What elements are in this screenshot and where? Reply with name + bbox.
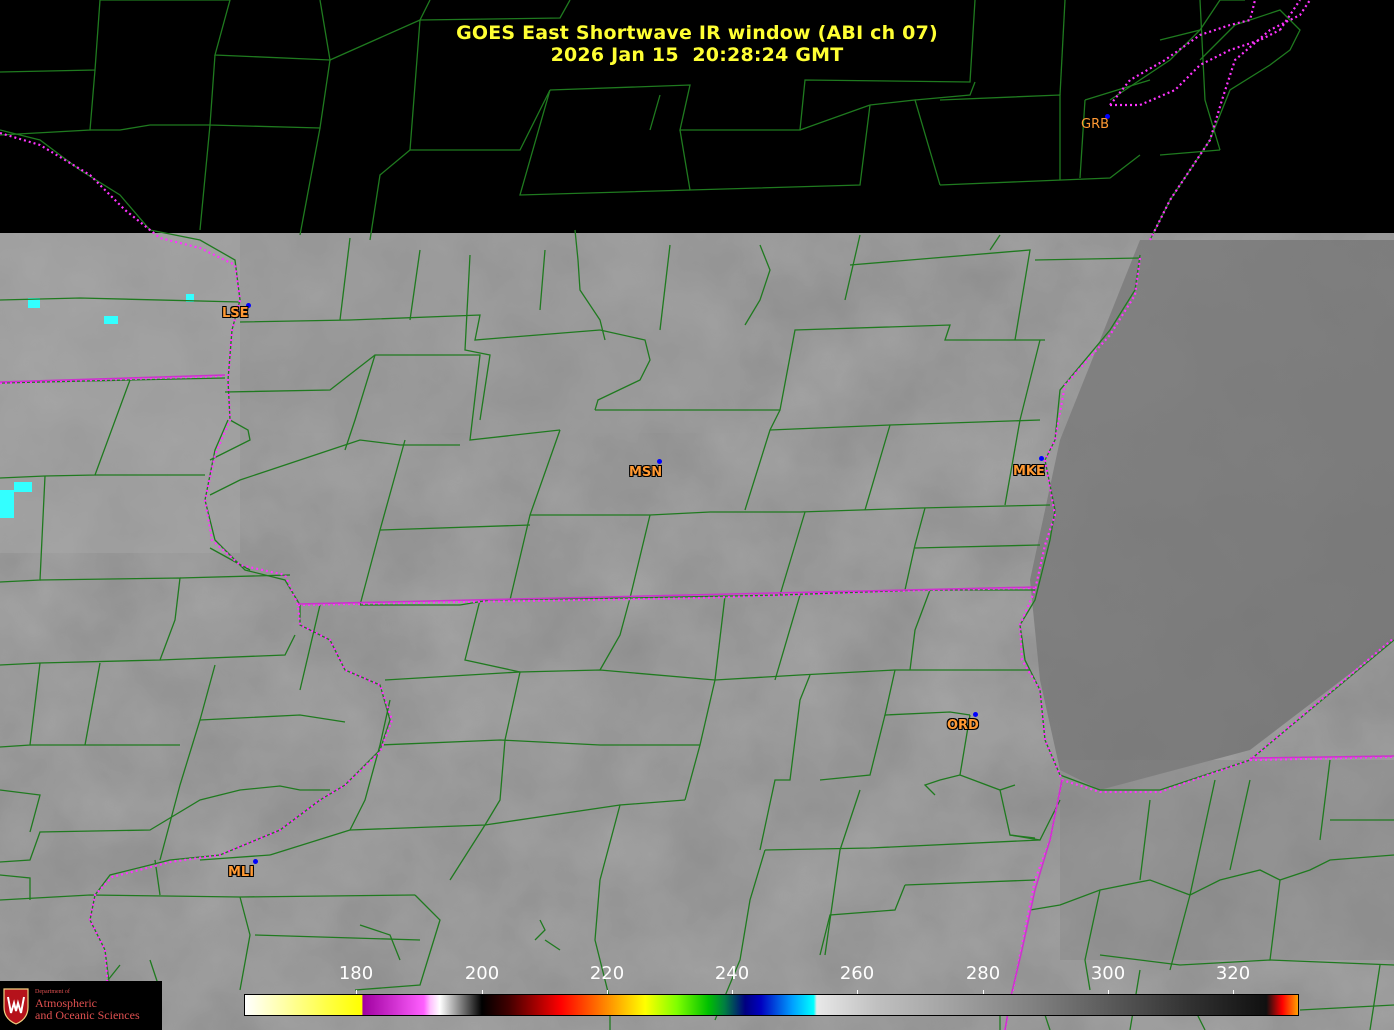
satellite-map: [0, 0, 1394, 1030]
logo-line-2: and Oceanic Sciences: [35, 1008, 140, 1022]
aos-logo: Department of Atmospheric and Oceanic Sc…: [0, 981, 162, 1030]
logo-dept-text: Department of: [35, 989, 70, 995]
colorbar-tick-label: 280: [965, 963, 1001, 984]
cold-cloud-pixel: [0, 490, 14, 518]
title-line-2: 2026 Jan 15 20:28:24 GMT: [550, 44, 844, 66]
uw-crest-icon: [3, 988, 29, 1025]
city-label-lse: LSE: [222, 306, 249, 321]
city-label-ord: ORD: [947, 718, 979, 733]
colorbar-tick-label: 240: [714, 963, 750, 984]
colorbar-tick-label: 300: [1090, 963, 1126, 984]
city-dot-mli: [253, 859, 258, 864]
city-dot-mke: [1039, 456, 1044, 461]
colorbar-gradient: [244, 994, 1299, 1016]
colorbar-tick-label: 260: [839, 963, 875, 984]
title-line-1: GOES East Shortwave IR window (ABI ch 07…: [456, 22, 938, 44]
city-label-grb: GRB: [1081, 117, 1110, 132]
city-label-msn: MSN: [629, 465, 663, 480]
ir-imagery: [0, 233, 1394, 1030]
city-label-mke: MKE: [1013, 464, 1045, 479]
colorbar-tick-label: 200: [464, 963, 500, 984]
cold-cloud-pixel: [14, 482, 32, 492]
city-dot-ord: [973, 712, 978, 717]
colorbar-tick-label: 220: [589, 963, 625, 984]
city-label-mli: MLI: [228, 865, 255, 880]
colorbar-tick-label: 320: [1215, 963, 1251, 984]
colorbar-tick-label: 180: [338, 963, 374, 984]
cold-cloud-pixel: [104, 316, 118, 324]
city-dot-msn: [657, 459, 662, 464]
map-title: GOES East Shortwave IR window (ABI ch 07…: [0, 22, 1394, 66]
